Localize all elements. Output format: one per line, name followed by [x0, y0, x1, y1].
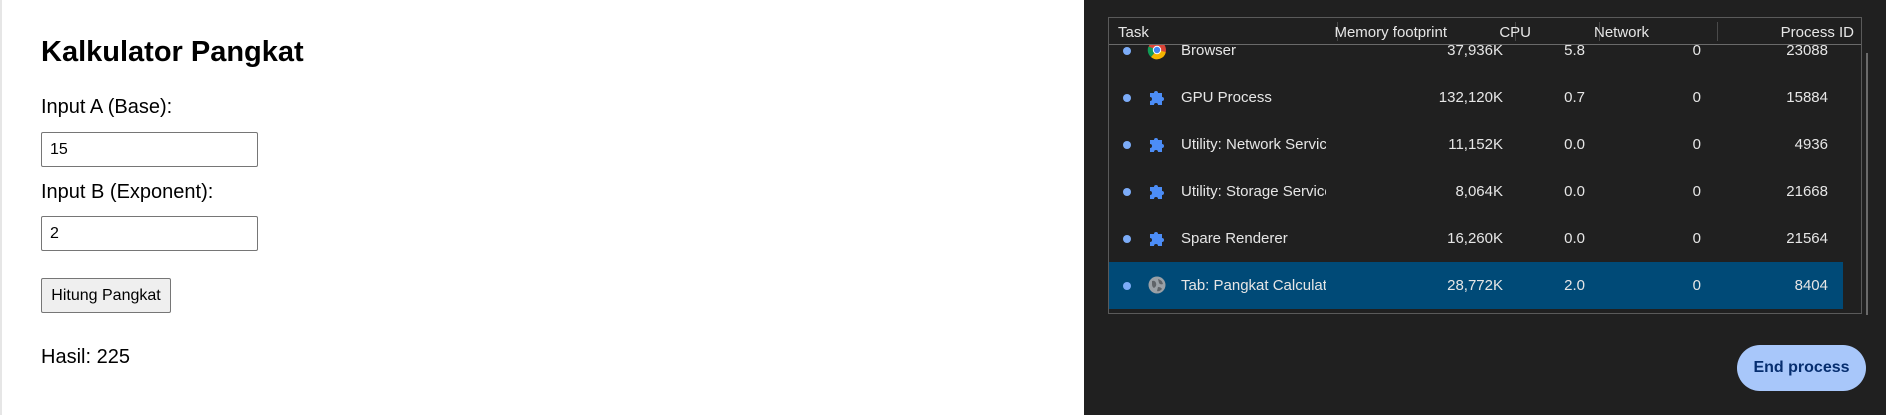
input-b-field[interactable] — [41, 216, 258, 251]
puzzle-icon — [1150, 232, 1164, 246]
web-page: Kalkulator Pangkat Input A (Base): Input… — [0, 0, 1084, 415]
status-dot — [1123, 94, 1131, 102]
task-name: Utility: Network Servic — [1181, 136, 1326, 153]
network-value: 0 — [1692, 183, 1701, 200]
result-text: Hasil: 225 — [41, 346, 130, 368]
column-task[interactable]: Task — [1118, 24, 1149, 41]
puzzle-icon — [1150, 138, 1164, 152]
task-name: Tab: Pangkat Calculato — [1181, 277, 1326, 294]
end-process-button[interactable]: End process — [1737, 345, 1866, 391]
memory-value: 16,260K — [1447, 230, 1503, 247]
window-edge — [0, 0, 2, 415]
status-dot — [1123, 47, 1131, 55]
network-value: 0 — [1692, 277, 1701, 294]
input-a-label: Input A (Base): — [41, 96, 173, 118]
process-id-value: 8404 — [1794, 277, 1828, 294]
process-id-value: 21564 — [1786, 230, 1828, 247]
task-table: Task Memory footprint CPU Network Proces… — [1108, 17, 1862, 314]
table-row-selected[interactable]: Tab: Pangkat Calculato 28,772K 2.0 0 840… — [1109, 262, 1843, 309]
vertical-scrollbar[interactable] — [1866, 53, 1868, 315]
network-value: 0 — [1692, 89, 1701, 106]
cpu-value: 2.0 — [1564, 277, 1585, 294]
input-b-label: Input B (Exponent): — [41, 181, 214, 203]
column-divider[interactable] — [1717, 22, 1718, 41]
column-network[interactable]: Network — [1594, 24, 1649, 41]
puzzle-icon — [1150, 185, 1164, 199]
cpu-value: 0.0 — [1564, 230, 1585, 247]
memory-value: 11,152K — [1448, 136, 1503, 153]
puzzle-icon — [1150, 91, 1164, 105]
status-dot — [1123, 188, 1131, 196]
input-a-field[interactable] — [41, 132, 258, 167]
cpu-value: 0.0 — [1564, 136, 1585, 153]
task-name: Utility: Storage Service — [1181, 183, 1326, 200]
table-row[interactable]: Utility: Network Servic 11,152K 0.0 0 49… — [1109, 121, 1843, 168]
page-title: Kalkulator Pangkat — [41, 36, 304, 68]
column-cpu[interactable]: CPU — [1499, 24, 1531, 41]
table-row[interactable]: Spare Renderer 16,260K 0.0 0 21564 — [1109, 215, 1843, 262]
cpu-value: 0.0 — [1564, 183, 1585, 200]
calculate-button[interactable]: Hitung Pangkat — [41, 278, 171, 313]
table-row[interactable]: Utility: Storage Service 8,064K 0.0 0 21… — [1109, 168, 1843, 215]
task-name: Spare Renderer — [1181, 230, 1288, 247]
cpu-value: 0.7 — [1564, 89, 1585, 106]
network-value: 0 — [1692, 136, 1701, 153]
memory-value: 132,120K — [1438, 89, 1503, 106]
process-id-value: 21668 — [1786, 183, 1828, 200]
network-value: 0 — [1692, 230, 1701, 247]
column-pid[interactable]: Process ID — [1781, 24, 1854, 41]
status-dot — [1123, 235, 1131, 243]
memory-value: 8,064K — [1455, 183, 1503, 200]
process-id-value: 4936 — [1794, 136, 1828, 153]
table-row[interactable]: GPU Process 132,120K 0.7 0 15884 — [1109, 74, 1843, 121]
process-id-value: 15884 — [1786, 89, 1828, 106]
column-memory[interactable]: Memory footprint — [1334, 24, 1447, 41]
status-dot — [1123, 282, 1131, 290]
table-header: Task Memory footprint CPU Network Proces… — [1109, 18, 1861, 45]
memory-value: 28,772K — [1447, 277, 1503, 294]
status-dot — [1123, 141, 1131, 149]
globe-icon — [1148, 276, 1166, 294]
task-name: GPU Process — [1181, 89, 1272, 106]
